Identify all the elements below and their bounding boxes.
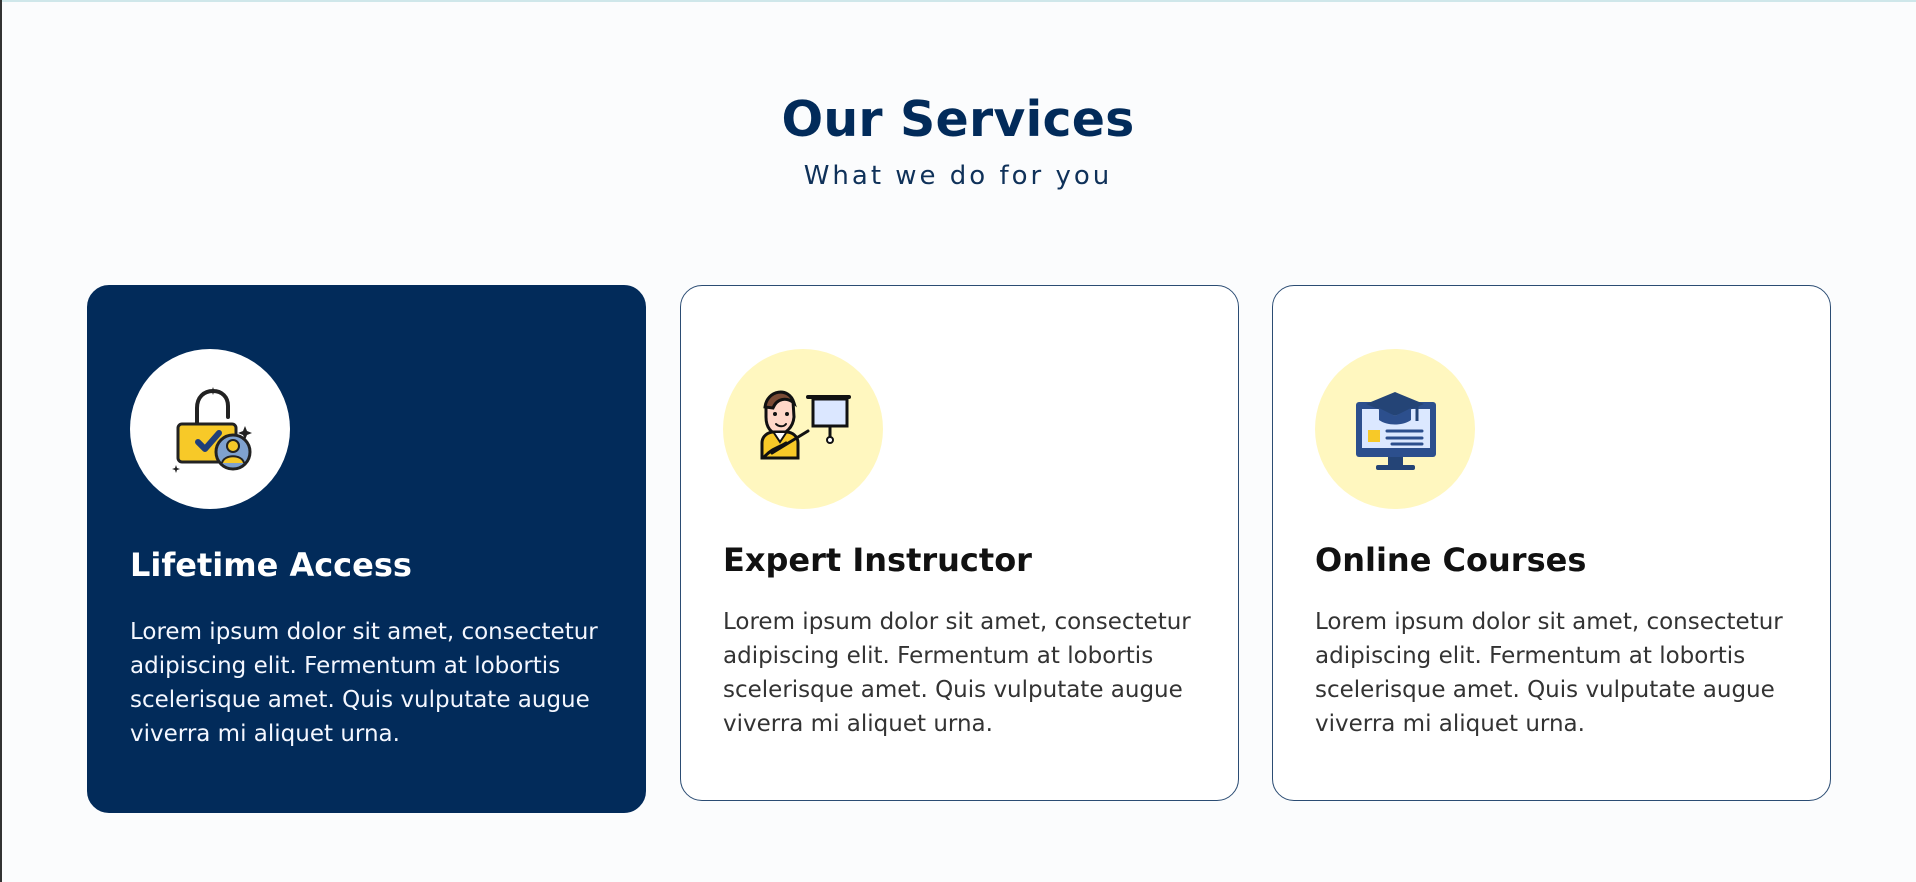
online-courses-card[interactable]: Online Courses Lorem ipsum dolor sit ame… <box>1272 285 1831 801</box>
expert-instructor-description: Lorem ipsum dolor sit amet, consectetur … <box>723 609 1191 737</box>
unlocked-padlock-user-icon <box>172 387 252 473</box>
instructor-presentation-icon <box>760 390 851 460</box>
expert-instructor-card[interactable]: Expert Instructor Lorem ipsum dolor sit … <box>680 285 1239 801</box>
top-border-line <box>0 0 1916 2</box>
services-header: Our Services What we do for you <box>0 84 1916 196</box>
services-subtitle: What we do for you <box>803 161 1113 191</box>
online-courses-description: Lorem ipsum dolor sit amet, consectetur … <box>1315 609 1783 737</box>
online-courses-icon-circle <box>1315 349 1475 509</box>
expert-instructor-icon-circle <box>723 349 883 509</box>
online-courses-title: Online Courses <box>1315 541 1587 579</box>
lifetime-access-card[interactable]: Lifetime Access Lorem ipsum dolor sit am… <box>87 285 646 813</box>
lifetime-access-icon-circle <box>130 349 290 509</box>
services-title: Our Services <box>781 91 1135 148</box>
lifetime-access-title: Lifetime Access <box>130 546 412 584</box>
lifetime-access-description: Lorem ipsum dolor sit amet, consectetur … <box>130 619 598 747</box>
online-course-monitor-icon <box>1356 392 1436 470</box>
expert-instructor-title: Expert Instructor <box>723 541 1032 579</box>
